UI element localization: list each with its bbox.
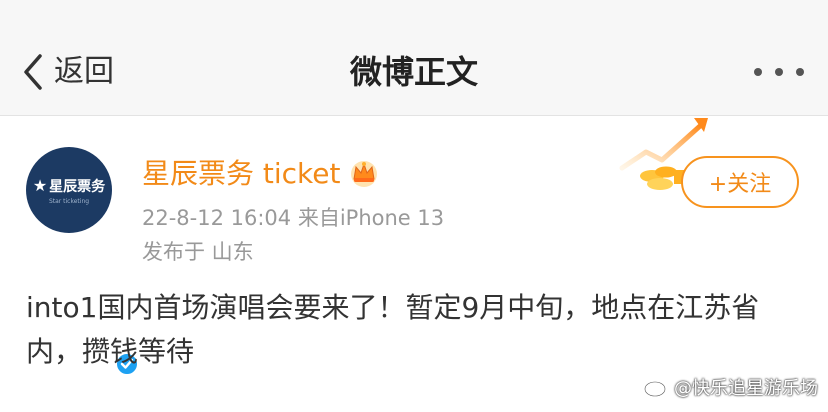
author-name[interactable]: 星辰票务 ticket xyxy=(142,152,340,192)
weibo-watermark: @快乐追星游乐场 xyxy=(644,374,818,400)
follow-label: +关注 xyxy=(708,172,772,197)
follow-button[interactable]: +关注 xyxy=(681,156,799,208)
avatar-logo-subtext: Star ticketing xyxy=(48,197,90,205)
more-dots-icon xyxy=(754,68,762,76)
post-location: 发布于 山东 xyxy=(142,240,254,264)
avatar-logo-text: 星辰票务 xyxy=(49,178,106,195)
more-options-button[interactable] xyxy=(754,56,804,88)
more-dots-icon xyxy=(775,68,783,76)
weibo-logo-icon xyxy=(644,379,668,397)
post-content: into1国内首场演唱会要来了！暂定9月中旬，地点在江苏省内，攒钱等待 xyxy=(26,291,760,368)
top-navbar: 返回 微博正文 xyxy=(0,0,828,116)
star-icon: ★ xyxy=(32,176,48,195)
page-title: 微博正文 xyxy=(349,53,478,91)
author-row: 星辰票务 ticket xyxy=(142,152,380,192)
crown-icon xyxy=(351,161,378,187)
avatar[interactable]: ★ 星辰票务 Star ticketing xyxy=(26,147,140,377)
post-time-source: 22-8-12 16:04 来自iPhone 13 xyxy=(142,206,445,230)
more-dots-icon xyxy=(796,68,804,76)
avatar-logo: ★ 星辰票务 Star ticketing xyxy=(26,147,112,233)
watermark-text: @快乐追星游乐场 xyxy=(674,378,818,399)
